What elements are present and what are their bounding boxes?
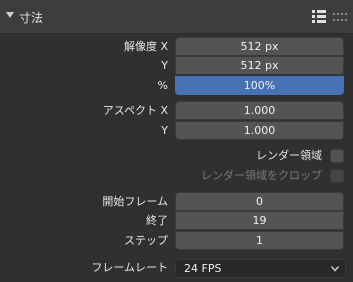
resolution-x-field[interactable]: 512 px <box>175 37 344 56</box>
frame-end-label: 終了 <box>146 214 168 227</box>
resolution-y-label: Y <box>161 59 168 72</box>
crop-to-region-row[interactable]: レンダー領域をクロップ <box>104 168 344 184</box>
aspect-y-field[interactable]: 1.000 <box>175 121 344 140</box>
panel-title: 寸法 <box>19 11 44 25</box>
crop-to-region-checkbox[interactable] <box>330 169 344 183</box>
frame-rate-value: 24 FPS <box>184 262 222 275</box>
frame-end-field[interactable]: 19 <box>175 211 344 230</box>
panel-header[interactable]: 寸法 <box>0 0 353 34</box>
frame-start-label: 開始フレーム <box>102 195 168 208</box>
frame-step-field[interactable]: 1 <box>175 231 344 250</box>
aspect-y-label: Y <box>161 124 168 137</box>
frame-rate-dropdown[interactable]: 24 FPS <box>175 259 346 278</box>
list-icon[interactable] <box>312 10 326 23</box>
crop-to-region-label: レンダー領域をクロップ <box>201 169 322 182</box>
resolution-y-field[interactable]: 512 px <box>175 56 344 75</box>
chevron-down-icon[interactable] <box>6 11 14 19</box>
resolution-percent-label: % <box>157 79 168 92</box>
resolution-percent-slider[interactable]: 100% <box>175 76 344 95</box>
drag-handle-icon[interactable] <box>333 13 347 21</box>
render-region-row[interactable]: レンダー領域 <box>144 148 344 164</box>
frame-step-label: ステップ <box>124 234 168 247</box>
frame-rate-label: フレームレート <box>91 261 168 274</box>
chevron-down-icon <box>331 266 339 272</box>
render-region-label: レンダー領域 <box>256 149 322 162</box>
render-region-checkbox[interactable] <box>330 149 344 163</box>
frame-start-field[interactable]: 0 <box>175 192 344 211</box>
aspect-x-field[interactable]: 1.000 <box>175 101 344 120</box>
aspect-x-label: アスペクト X <box>102 104 168 117</box>
resolution-x-label: 解像度 X <box>123 40 168 53</box>
